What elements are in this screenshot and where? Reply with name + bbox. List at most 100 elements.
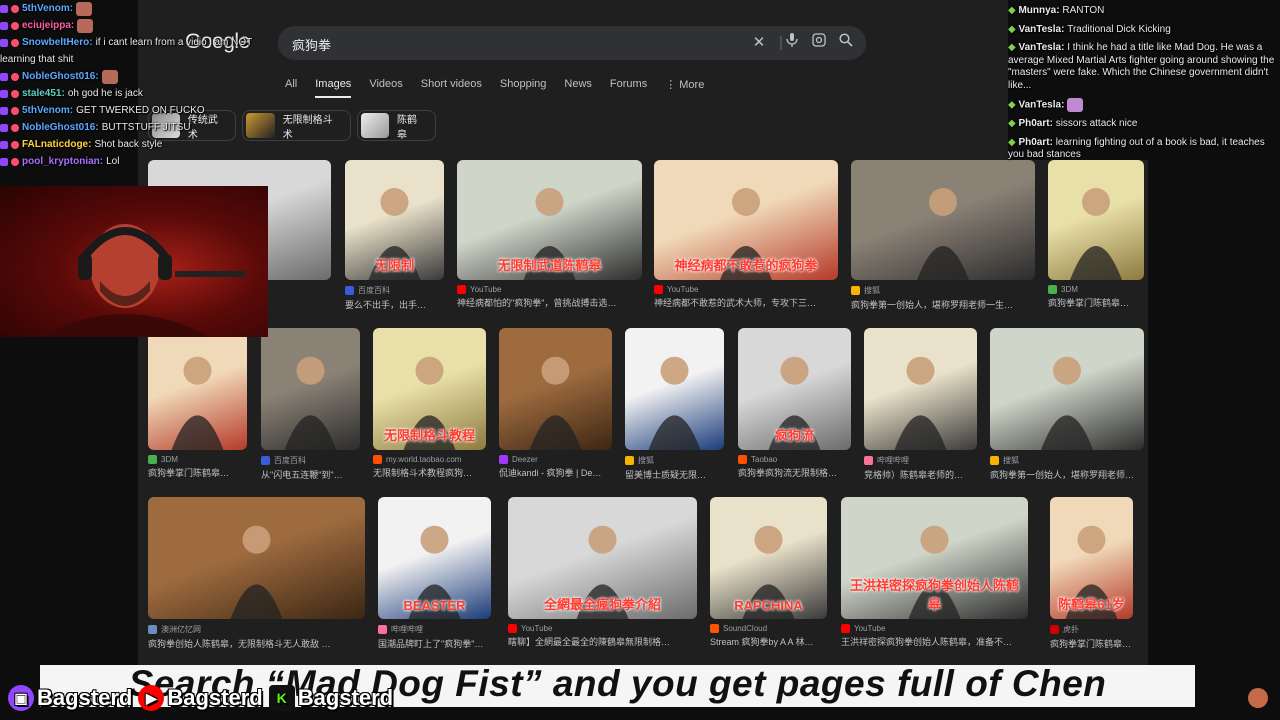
result-source[interactable]: 搜狐: [625, 455, 724, 466]
image-result-card[interactable]: 3DM 疯狗拳掌门陈鹤皋…: [148, 328, 247, 479]
image-result-card[interactable]: 哔哩哔哩 竞格帅）陈鹤皋老师的…: [864, 328, 977, 481]
image-thumbnail[interactable]: 全網最全瘋狗拳介紹: [508, 497, 697, 619]
chat-username[interactable]: stale451:: [22, 85, 65, 102]
result-title[interactable]: 神经病都不敢惹的武术大师，专攻下三…: [654, 296, 838, 309]
result-source[interactable]: Taobao: [738, 455, 851, 464]
result-title[interactable]: 疯狗拳疯狗流无限制格…: [738, 466, 851, 479]
result-source[interactable]: 3DM: [148, 455, 247, 464]
result-title[interactable]: 无限制格斗术教程疯狗…: [373, 466, 486, 479]
tab-short-videos[interactable]: Short videos: [421, 78, 482, 98]
result-source[interactable]: 澳洲亿忆网: [148, 624, 365, 635]
chat-username[interactable]: Ph0art:: [1018, 137, 1055, 148]
image-thumbnail[interactable]: RAPCHINA: [710, 497, 827, 619]
image-thumbnail[interactable]: [851, 160, 1035, 280]
chat-username[interactable]: Ph0art:: [1018, 118, 1055, 129]
tab-images[interactable]: Images: [315, 78, 352, 98]
image-thumbnail[interactable]: 无限制: [345, 160, 444, 280]
result-title[interactable]: 侃迪kandi - 疯狗拳 | De…: [499, 466, 612, 479]
result-source[interactable]: 百度百科: [345, 285, 444, 296]
result-source[interactable]: my.world.taobao.com: [373, 455, 486, 464]
chat-username[interactable]: NobleGhost016:: [22, 68, 99, 85]
result-source[interactable]: YouTube: [841, 624, 1028, 633]
image-thumbnail[interactable]: [499, 328, 612, 450]
chat-username[interactable]: FALnaticdoge:: [22, 136, 91, 153]
search-icon[interactable]: [835, 32, 857, 54]
chip-chen-hegao[interactable]: 陈鹤皋: [357, 110, 436, 141]
result-source[interactable]: YouTube: [508, 624, 697, 633]
result-title[interactable]: 国潮品牌盯上了"疯狗拳"…: [378, 637, 491, 650]
result-title[interactable]: 疯狗拳第一创始人，堪称罗翔老师…: [990, 468, 1144, 481]
result-title[interactable]: 神经病都怕的"疯狗拳"，曾挑战搏击选…: [457, 296, 642, 309]
image-result-card[interactable]: 疯狗流 Taobao 疯狗拳疯狗流无限制格…: [738, 328, 851, 479]
result-title[interactable]: Stream 疯狗拳by A A 林…: [710, 635, 827, 648]
image-thumbnail[interactable]: 神经病都不敢惹的疯狗拳: [654, 160, 838, 280]
image-result-card[interactable]: 澳洲亿忆网疯狗拳创始人陈鹤皋，无限制格斗无人敢敌 …: [148, 497, 365, 650]
result-title[interactable]: 疯狗拳掌门陈鹤皋…: [148, 466, 247, 479]
chat-username[interactable]: VanTesla:: [1018, 24, 1067, 35]
image-thumbnail[interactable]: 陈鹤皋61岁: [1050, 497, 1133, 619]
image-result-card[interactable]: 王洪祥密探疯狗拳创始人陈鹤皋 YouTube 王洪祥密探疯狗拳创始人陈鹤皋，准备不…: [841, 497, 1028, 648]
result-source[interactable]: 搜狐: [851, 285, 1035, 296]
image-result-card[interactable]: BEASTER 哔哩哔哩国潮品牌盯上了"疯狗拳"…: [378, 497, 491, 650]
image-result-card[interactable]: 搜狐疯狗拳第一创始人，堪称罗翔老师…: [990, 328, 1144, 481]
result-source[interactable]: YouTube: [457, 285, 642, 294]
result-source[interactable]: Deezer: [499, 455, 612, 464]
image-thumbnail[interactable]: [148, 328, 247, 450]
image-thumbnail[interactable]: [864, 328, 977, 450]
chat-username[interactable]: 5thVenom:: [22, 0, 73, 17]
image-result-card[interactable]: 搜狐疯狗拳第一创始人，堪称罗翔老师一生…: [851, 160, 1035, 311]
chat-username[interactable]: SnowbeltHero:: [22, 34, 93, 51]
result-source[interactable]: 3DM: [1048, 285, 1144, 294]
result-source[interactable]: 搜狐: [990, 455, 1144, 466]
result-title[interactable]: 疯狗拳掌门陈鹤皋…: [1048, 296, 1144, 309]
image-result-card[interactable]: 搜狐 留美博士质疑无限…: [625, 328, 724, 481]
chat-username[interactable]: VanTesla:: [1018, 42, 1067, 53]
tab-shopping[interactable]: Shopping: [500, 78, 547, 98]
image-result-card[interactable]: Deezer 侃迪kandi - 疯狗拳 | De…: [499, 328, 612, 479]
image-thumbnail[interactable]: [1048, 160, 1144, 280]
chat-username[interactable]: eciujeippa:: [22, 17, 74, 34]
result-title[interactable]: 疯狗拳创始人陈鹤皋，无限制格斗无人敢敌 …: [148, 637, 365, 650]
image-thumbnail[interactable]: 王洪祥密探疯狗拳创始人陈鹤皋: [841, 497, 1028, 619]
image-result-card[interactable]: 全網最全瘋狗拳介紹 YouTube 瞎聊】全網最全最全的陳鶴皋無限制格…: [508, 497, 697, 648]
tab-more[interactable]: ⋮ More: [665, 78, 704, 98]
result-title[interactable]: 疯狗拳第一创始人，堪称罗翔老师一生…: [851, 298, 1035, 311]
image-thumbnail[interactable]: [261, 328, 360, 450]
image-result-card[interactable]: RAPCHINA SoundCloud Stream 疯狗拳by A A 林…: [710, 497, 827, 648]
image-thumbnail[interactable]: 疯狗流: [738, 328, 851, 450]
result-source[interactable]: 哔哩哔哩: [378, 624, 491, 635]
result-source[interactable]: YouTube: [654, 285, 838, 294]
tab-videos[interactable]: Videos: [369, 78, 402, 98]
result-title[interactable]: 从"闪电五连鞭"到"…: [261, 468, 360, 481]
result-source[interactable]: 百度百科: [261, 455, 360, 466]
result-title[interactable]: 疯狗拳掌门陈鹤皋…: [1050, 637, 1133, 650]
image-result-card[interactable]: 3DM 疯狗拳掌门陈鹤皋…: [1048, 160, 1144, 309]
chat-username[interactable]: VanTesla:: [1018, 100, 1067, 111]
image-thumbnail[interactable]: [625, 328, 724, 450]
lens-icon[interactable]: [808, 32, 830, 54]
image-result-card[interactable]: 百度百科从"闪电五连鞭"到"…: [261, 328, 360, 481]
image-result-card[interactable]: 陈鹤皋61岁虎扑疯狗拳掌门陈鹤皋…: [1050, 497, 1133, 650]
chat-username[interactable]: Munnya:: [1018, 5, 1062, 16]
image-result-card[interactable]: 无限制武道陈鹤皋 YouTube 神经病都怕的"疯狗拳"，曾挑战搏击选…: [457, 160, 642, 309]
image-result-card[interactable]: 神经病都不敢惹的疯狗拳 YouTube 神经病都不敢惹的武术大师，专攻下三…: [654, 160, 838, 309]
image-thumbnail[interactable]: 无限制武道陈鹤皋: [457, 160, 642, 280]
image-result-card[interactable]: 无限制 百度百科 要么不出手，出手…: [345, 160, 444, 311]
result-source[interactable]: SoundCloud: [710, 624, 827, 633]
image-thumbnail[interactable]: [148, 497, 365, 619]
tab-news[interactable]: News: [564, 78, 592, 98]
clear-icon[interactable]: ✕: [748, 32, 770, 54]
result-title[interactable]: 王洪祥密探疯狗拳创始人陈鹤皋，准备不…: [841, 635, 1028, 648]
microphone-icon[interactable]: [781, 32, 803, 54]
chat-username[interactable]: pool_kryptonian:: [22, 153, 103, 170]
image-result-card[interactable]: 无限制格斗教程 my.world.taobao.com 无限制格斗术教程疯狗…: [373, 328, 486, 479]
image-thumbnail[interactable]: 无限制格斗教程: [373, 328, 486, 450]
image-thumbnail[interactable]: BEASTER: [378, 497, 491, 619]
chat-username[interactable]: NobleGhost016:: [22, 119, 99, 136]
search-box[interactable]: 疯狗拳 ✕ |: [278, 26, 866, 60]
image-thumbnail[interactable]: [990, 328, 1144, 450]
tab-forums[interactable]: Forums: [610, 78, 647, 98]
result-source[interactable]: 虎扑: [1050, 624, 1133, 635]
result-source[interactable]: 哔哩哔哩: [864, 455, 977, 466]
result-title[interactable]: 瞎聊】全網最全最全的陳鶴皋無限制格…: [508, 635, 697, 648]
